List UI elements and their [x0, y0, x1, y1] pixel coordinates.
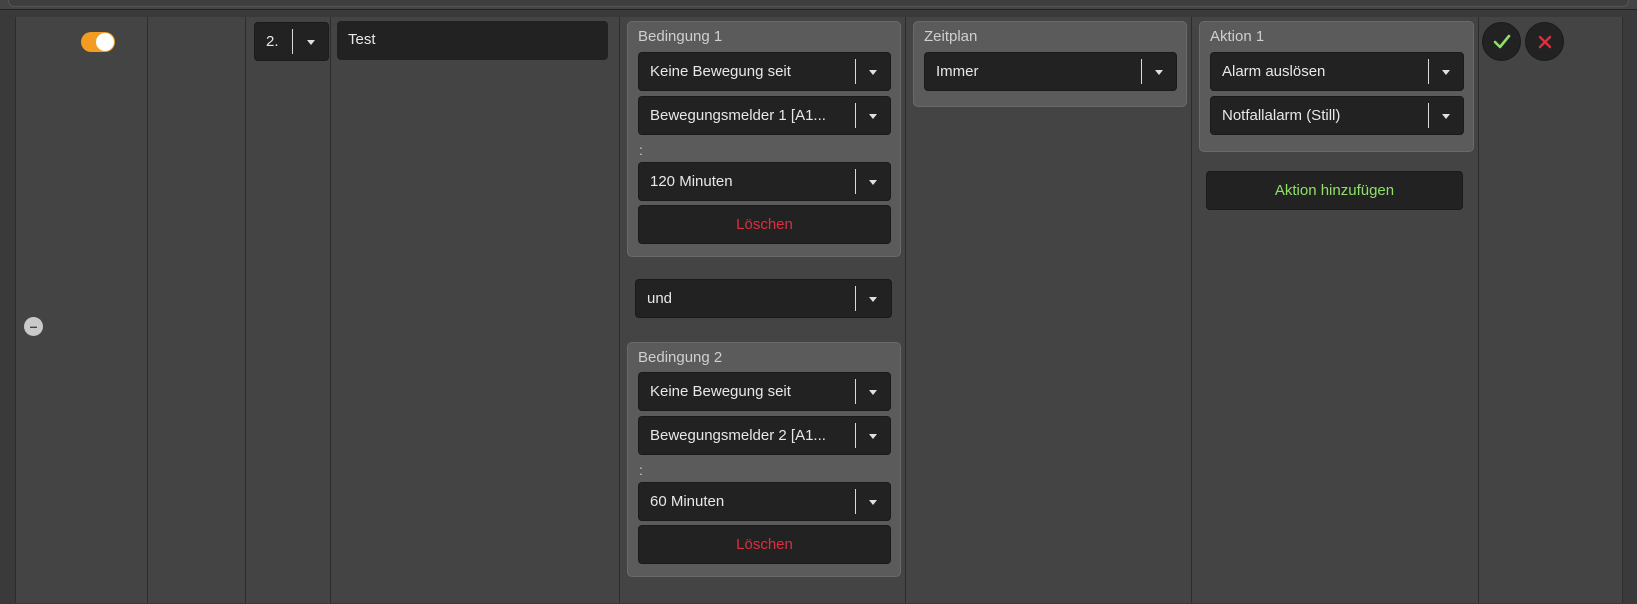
caret-down-icon	[869, 70, 877, 75]
condition-sensor-select[interactable]: Bewegungsmelder 1 [A1...	[638, 96, 891, 135]
action-value-select[interactable]: Notfallalarm (Still)	[1210, 96, 1464, 135]
logic-operator-value: und	[647, 280, 672, 318]
logic-operator-select[interactable]: und	[635, 279, 892, 318]
condition-duration-select[interactable]: 60 Minuten	[638, 482, 891, 521]
delete-condition-button[interactable]: Löschen	[638, 205, 891, 244]
condition-duration-value: 120 Minuten	[650, 163, 733, 201]
action-type-value: Alarm auslösen	[1222, 53, 1325, 91]
caret-down-icon	[1155, 70, 1163, 75]
action-value-value: Notfallalarm (Still)	[1222, 97, 1340, 135]
caret-down-icon	[869, 500, 877, 505]
priority-select[interactable]: 2.	[254, 22, 329, 61]
caret-down-icon	[1442, 114, 1450, 119]
condition-separator: :	[639, 142, 643, 158]
condition-sensor-value: Bewegungsmelder 1 [A1...	[650, 97, 850, 135]
rule-enabled-toggle[interactable]	[81, 32, 115, 52]
delete-condition-button[interactable]: Löschen	[638, 525, 891, 564]
condition-title: Bedingung 1	[638, 28, 722, 45]
priority-value: 2.	[266, 23, 279, 61]
minus-icon[interactable]: –	[24, 317, 43, 336]
confirm-button[interactable]	[1482, 22, 1521, 61]
schedule-value: Immer	[936, 53, 979, 91]
close-icon	[1536, 33, 1554, 51]
caret-down-icon	[869, 180, 877, 185]
condition-separator: :	[639, 462, 643, 478]
action-title: Aktion 1	[1210, 28, 1264, 45]
condition-type-select[interactable]: Keine Bewegung seit	[638, 52, 891, 91]
condition-duration-value: 60 Minuten	[650, 483, 724, 521]
caret-down-icon	[869, 390, 877, 395]
schedule-select[interactable]: Immer	[924, 52, 1177, 91]
action-type-select[interactable]: Alarm auslösen	[1210, 52, 1464, 91]
condition-sensor-select[interactable]: Bewegungsmelder 2 [A1...	[638, 416, 891, 455]
caret-down-icon	[869, 434, 877, 439]
toggle-knob	[96, 33, 114, 51]
condition-type-value: Keine Bewegung seit	[650, 53, 791, 91]
condition-type-select[interactable]: Keine Bewegung seit	[638, 372, 891, 411]
caret-down-icon	[869, 297, 877, 302]
condition-type-value: Keine Bewegung seit	[650, 373, 791, 411]
cancel-button[interactable]	[1525, 22, 1564, 61]
schedule-title: Zeitplan	[924, 28, 977, 45]
checkmark-icon	[1493, 33, 1511, 51]
caret-down-icon	[869, 114, 877, 119]
rule-name-input[interactable]: Test	[337, 21, 608, 60]
condition-duration-select[interactable]: 120 Minuten	[638, 162, 891, 201]
condition-sensor-value: Bewegungsmelder 2 [A1...	[650, 417, 850, 455]
caret-down-icon	[307, 40, 315, 45]
rule-name-value: Test	[348, 21, 376, 59]
condition-title: Bedingung 2	[638, 349, 722, 366]
add-action-button[interactable]: Aktion hinzufügen	[1206, 171, 1463, 210]
caret-down-icon	[1442, 70, 1450, 75]
